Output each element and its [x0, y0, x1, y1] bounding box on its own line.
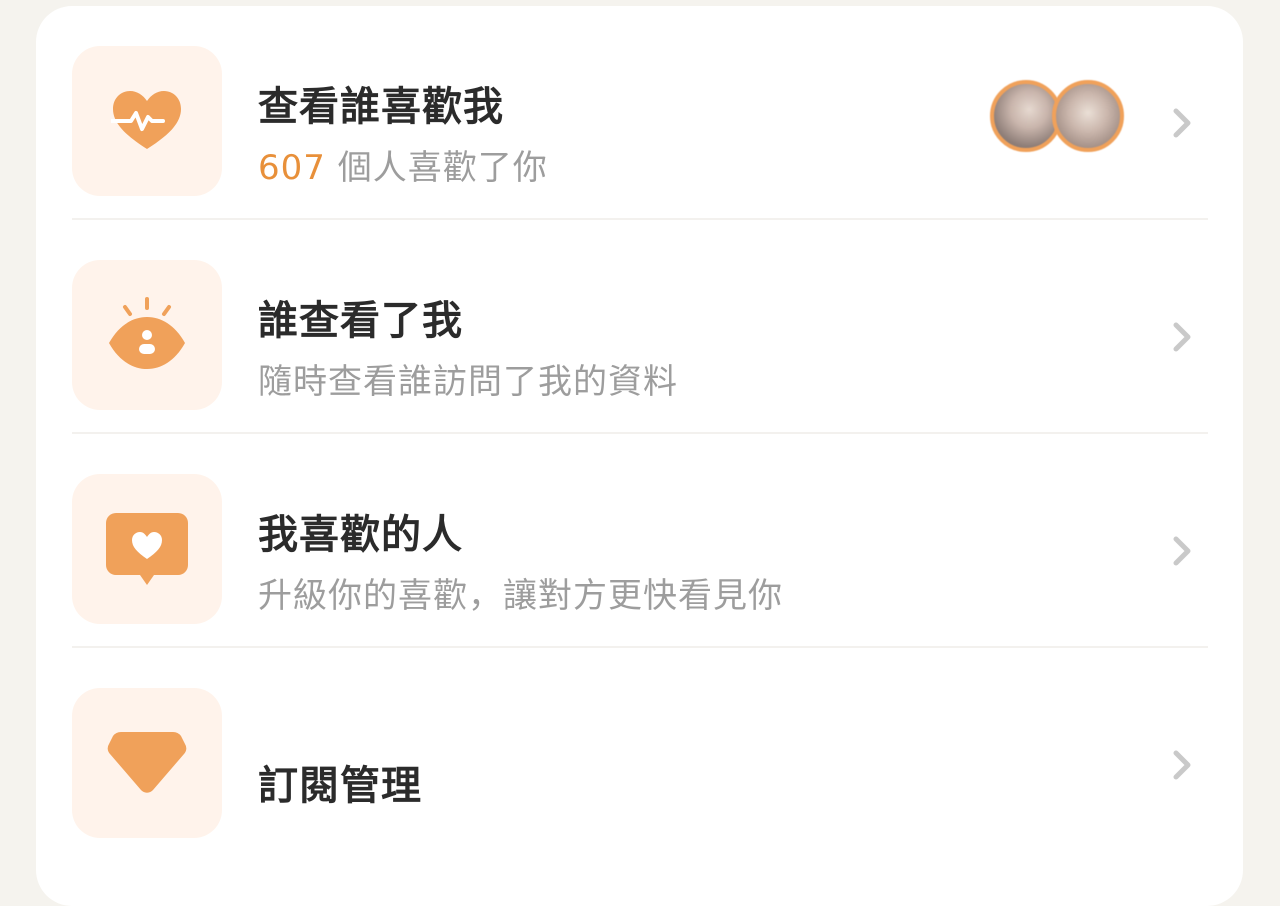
who-likes-me-item[interactable]: 查看誰喜歡我 607 個人喜歡了你 — [72, 6, 1208, 220]
row-subtitle: 607 個人喜歡了你 — [258, 140, 548, 189]
menu-card: 查看誰喜歡我 607 個人喜歡了你 誰查看了我 隨時查看誰訪問了我的資料 我喜歡… — [36, 6, 1243, 906]
who-viewed-me-item[interactable]: 誰查看了我 隨時查看誰訪問了我的資料 — [72, 220, 1208, 434]
subscription-management-item[interactable]: 訂閱管理 — [72, 648, 1208, 862]
row-title: 誰查看了我 — [258, 298, 463, 344]
chevron-right-icon — [1170, 748, 1194, 786]
people-i-like-item[interactable]: 我喜歡的人 升級你的喜歡，讓對方更快看見你 — [72, 434, 1208, 648]
heart-message-icon — [72, 474, 222, 624]
likes-count: 607 — [258, 148, 326, 188]
liker-avatars — [990, 80, 1130, 154]
row-subtitle: 隨時查看誰訪問了我的資料 — [258, 362, 678, 402]
diamond-icon — [72, 688, 222, 838]
avatar — [1052, 80, 1124, 152]
heartbeat-icon — [72, 46, 222, 196]
row-title: 訂閱管理 — [258, 763, 422, 809]
chevron-right-icon — [1170, 106, 1194, 144]
chevron-right-icon — [1170, 320, 1194, 358]
row-title: 查看誰喜歡我 — [258, 84, 504, 130]
chevron-right-icon — [1170, 534, 1194, 572]
likes-count-label: 個人喜歡了你 — [325, 148, 548, 188]
row-title: 我喜歡的人 — [258, 512, 463, 558]
eye-icon — [72, 260, 222, 410]
row-subtitle: 升級你的喜歡，讓對方更快看見你 — [258, 576, 783, 616]
